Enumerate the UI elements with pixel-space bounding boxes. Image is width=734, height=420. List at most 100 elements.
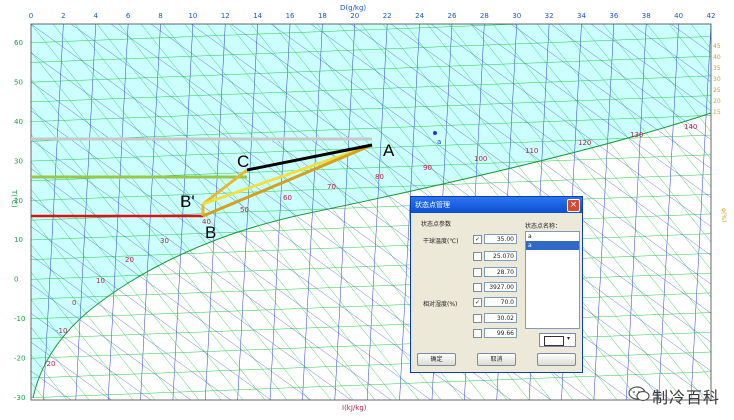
left-axis-tick: 10: [14, 236, 23, 244]
enthalpy-label: 100: [474, 155, 487, 163]
state-point-dot: [433, 131, 437, 135]
enthalpy-label: -10: [56, 327, 67, 335]
enthalpy-label: 70: [327, 183, 336, 191]
right-axis-tick: 35: [713, 65, 721, 72]
chevron-down-icon: ▾: [567, 335, 571, 342]
param-checkbox-1[interactable]: ✓: [473, 235, 482, 244]
enthalpy-label: 20: [125, 256, 134, 264]
top-axis-tick: 20: [350, 12, 359, 20]
top-axis-tick: 6: [126, 12, 131, 20]
right-axis-tick: 15: [713, 109, 721, 116]
right-axis-tick: 25: [713, 87, 721, 94]
top-axis-tick: 10: [188, 12, 197, 20]
param-field-3[interactable]: 28.70: [484, 267, 517, 277]
left-axis-tick: 40: [14, 118, 23, 126]
param-field-1[interactable]: 35.00: [484, 234, 517, 244]
left-axis-tick: 0: [14, 276, 18, 284]
top-axis-title: D(g/kg): [340, 4, 366, 12]
top-axis-tick: 14: [253, 12, 262, 20]
left-axis-tick: -20: [14, 355, 25, 363]
state-point-label: a: [437, 138, 441, 146]
blank-button[interactable]: [537, 353, 576, 366]
dialog-title: 状态点管理: [415, 201, 450, 209]
enthalpy-gridline: [0, 24, 1, 400]
top-axis-tick: 36: [609, 12, 618, 20]
enthalpy-label: 60: [283, 194, 292, 202]
left-axis-tick: -10: [14, 315, 25, 323]
enthalpy-label: 80: [375, 173, 384, 181]
list-item-selected[interactable]: a: [526, 241, 579, 250]
top-axis-tick: 42: [707, 12, 716, 20]
enthalpy-label: 110: [525, 147, 538, 155]
param-label-rh: 相对湿度(%): [423, 301, 458, 308]
top-axis-tick: 16: [286, 12, 295, 20]
param-checkbox-7[interactable]: [473, 329, 482, 338]
top-axis-tick: 38: [642, 12, 651, 20]
param-field-4[interactable]: 3927.00: [484, 282, 517, 292]
list-item[interactable]: a: [526, 232, 579, 241]
enthalpy-label: 10: [96, 277, 105, 285]
bottom-axis-title: I(kJ/kg): [342, 404, 367, 412]
watermark: 制冷百科: [628, 383, 728, 407]
param-field-7[interactable]: 99.66: [484, 328, 517, 338]
enthalpy-label: 0: [72, 299, 76, 307]
top-axis-tick: 26: [447, 12, 456, 20]
param-field-5[interactable]: 70.0: [484, 297, 517, 307]
top-axis-tick: 40: [674, 12, 683, 20]
enthalpy-label: 30: [160, 237, 169, 245]
color-swatch: [544, 336, 564, 346]
right-axis-tick: 45: [713, 43, 721, 50]
wechat-icon: [628, 386, 650, 402]
name-label: 状态点名称：: [525, 223, 562, 230]
left-axis-tick: 20: [14, 197, 23, 205]
enthalpy-label: 90: [423, 164, 432, 172]
point-label-c: C: [237, 152, 249, 171]
top-axis-tick: 4: [94, 12, 99, 20]
enthalpy-label: 50: [240, 206, 249, 214]
top-axis-tick: 22: [383, 12, 392, 20]
top-axis-tick: 28: [480, 12, 489, 20]
state-point-dialog: 状态点管理 × 状态点参数 状态点名称： 干球温度(℃) ✓ 35.00 25.…: [410, 196, 583, 373]
enthalpy-label: 140: [684, 123, 697, 131]
param-checkbox-2[interactable]: [473, 252, 482, 261]
right-axis-title: φ(%): [720, 208, 727, 222]
point-label-a: A: [383, 141, 395, 160]
param-checkbox-5[interactable]: ✓: [473, 298, 482, 307]
cancel-button[interactable]: 取消: [477, 353, 516, 366]
left-axis-tick: 50: [14, 78, 23, 86]
left-axis-tick: 60: [14, 39, 23, 47]
enthalpy-label: 40: [202, 218, 211, 226]
top-axis-tick: 12: [221, 12, 230, 20]
section-label: 状态点参数: [421, 221, 452, 228]
param-label-dry-bulb: 干球温度(℃): [423, 238, 459, 245]
top-axis-tick: 2: [61, 12, 65, 20]
param-checkbox-4[interactable]: [473, 283, 482, 292]
top-axis-tick: 32: [545, 12, 554, 20]
top-axis-tick: 8: [158, 12, 162, 20]
enthalpy-label: 120: [578, 139, 591, 147]
param-checkbox-6[interactable]: [473, 314, 482, 323]
right-axis-tick: 40: [713, 54, 721, 61]
top-axis-tick: 18: [318, 12, 327, 20]
ok-button[interactable]: 确定: [417, 353, 456, 366]
param-field-6[interactable]: 30.02: [484, 313, 517, 323]
point-label-b-prime: B': [180, 192, 195, 211]
state-point-list[interactable]: a a: [525, 231, 580, 329]
enthalpy-label: 130: [630, 131, 643, 139]
left-axis-tick: 30: [14, 157, 23, 165]
enthalpy-label: -20: [44, 360, 55, 368]
top-axis-tick: 34: [577, 12, 586, 20]
watermark-text: 制冷百科: [652, 388, 721, 407]
top-axis-tick: 0: [29, 12, 33, 20]
top-axis-tick: 24: [415, 12, 424, 20]
param-checkbox-3[interactable]: [473, 268, 482, 277]
param-field-2[interactable]: 25.070: [484, 251, 517, 261]
top-axis-tick: 30: [512, 12, 521, 20]
left-axis-tick: -30: [14, 394, 25, 402]
right-axis-tick: 20: [713, 98, 721, 105]
dialog-title-bar: 状态点管理 ×: [411, 197, 582, 213]
close-icon[interactable]: ×: [567, 199, 580, 212]
psychrometric-chart: A C B' B a D(g/kg) I(kJ/kg) T(℃) φ(%) 02…: [0, 4, 727, 412]
color-picker[interactable]: ▾: [539, 333, 576, 347]
right-axis-tick: 30: [713, 76, 721, 83]
